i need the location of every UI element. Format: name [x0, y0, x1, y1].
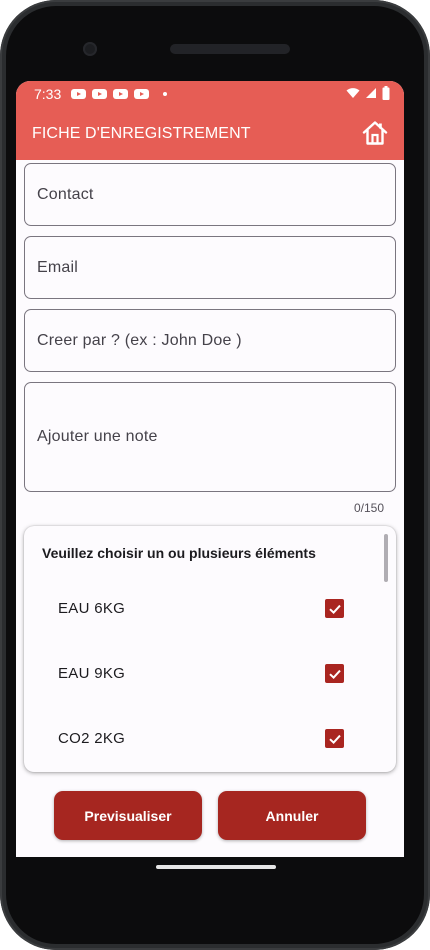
check-icon — [328, 669, 341, 679]
youtube-icon — [113, 89, 128, 99]
created-by-field[interactable]: Creer par ? (ex : John Doe ) — [24, 309, 396, 372]
check-icon — [328, 604, 341, 614]
battery-icon — [382, 86, 390, 100]
app-screen: 7:33 FICHE D'ENREGISTREMENT Contact Emai… — [16, 81, 404, 857]
option-label: CO2 2KG — [58, 730, 126, 747]
scrollbar[interactable] — [384, 534, 388, 582]
status-indicators — [346, 86, 390, 100]
email-field[interactable]: Email — [24, 236, 396, 299]
option-eau-9kg[interactable]: EAU 9KG — [24, 645, 396, 705]
check-icon — [328, 734, 341, 744]
cancel-button[interactable]: Annuler — [218, 791, 366, 840]
home-icon[interactable] — [361, 119, 389, 147]
preview-button[interactable]: Previsualiser — [54, 791, 202, 840]
status-time: 7:33 — [34, 86, 62, 102]
created-by-placeholder: Creer par ? (ex : John Doe ) — [37, 331, 242, 349]
status-bar: 7:33 — [16, 81, 404, 108]
note-placeholder: Ajouter une note — [37, 428, 158, 445]
option-eau-6kg[interactable]: EAU 6KG — [24, 580, 396, 640]
more-notifications-dot-icon — [163, 92, 167, 96]
checkbox[interactable] — [325, 664, 344, 683]
youtube-icon — [134, 89, 149, 99]
note-character-counter: 0/150 — [353, 501, 384, 515]
signal-icon — [366, 88, 376, 98]
earpiece-speaker — [170, 44, 290, 54]
selection-title: Veuillez choisir un ou plusieurs élément… — [42, 545, 316, 561]
contact-placeholder: Contact — [37, 185, 94, 203]
page-title: FICHE D'ENREGISTREMENT — [32, 125, 251, 142]
youtube-icon — [71, 89, 86, 99]
contact-field[interactable]: Contact — [24, 163, 396, 226]
option-label: EAU 9KG — [58, 665, 126, 682]
wifi-icon — [346, 88, 360, 98]
youtube-icon — [92, 89, 107, 99]
checkbox[interactable] — [325, 599, 344, 618]
checkbox[interactable] — [325, 729, 344, 748]
front-camera — [83, 42, 97, 56]
items-selection-card: Veuillez choisir un ou plusieurs élément… — [24, 526, 396, 772]
gesture-nav-bar[interactable] — [156, 865, 276, 869]
option-label: EAU 6KG — [58, 600, 126, 617]
app-bar: FICHE D'ENREGISTREMENT — [16, 108, 404, 160]
option-co2-2kg[interactable]: CO2 2KG — [24, 710, 396, 770]
email-placeholder: Email — [37, 258, 79, 276]
note-field[interactable]: Ajouter une note — [24, 382, 396, 492]
